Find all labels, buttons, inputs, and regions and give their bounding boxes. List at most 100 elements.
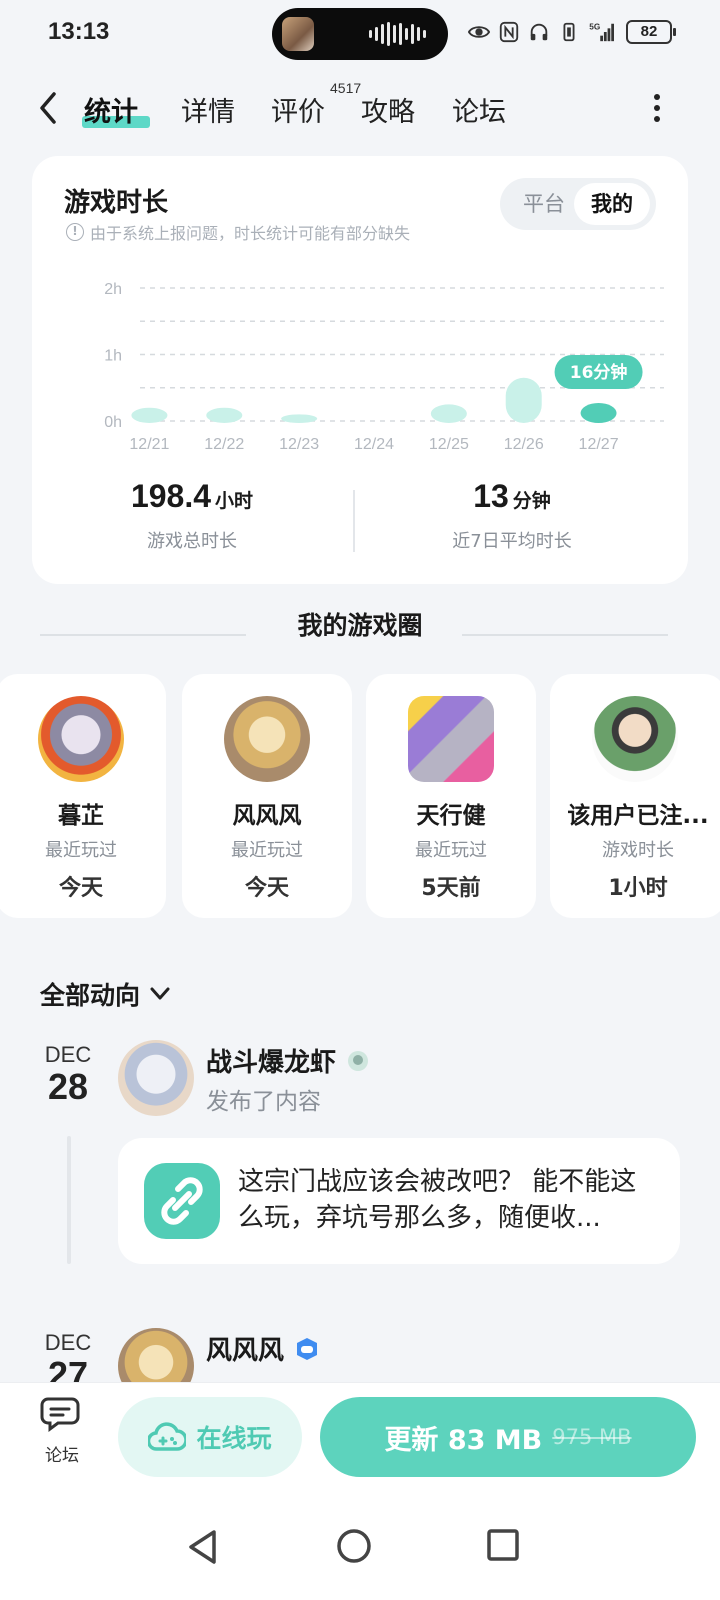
friend-card[interactable]: 暮芷 最近玩过 今天 (0, 674, 166, 918)
audio-wave-icon (369, 22, 426, 46)
x-tick-label: 12/26 (504, 436, 544, 453)
link-icon (144, 1163, 220, 1239)
eye-icon (468, 26, 490, 38)
cloud-game-icon (148, 1422, 187, 1451)
circle-title: 我的游戏圈 (297, 611, 423, 640)
x-tick-label: 12/22 (204, 436, 244, 453)
x-tick-label: 12/23 (279, 436, 319, 453)
date-month: DEC (44, 1330, 92, 1355)
toggle-mine[interactable]: 我的 (574, 183, 650, 225)
activity-filter[interactable]: 全部动向 (40, 976, 170, 1012)
toggle-platform[interactable]: 平台 (506, 183, 582, 225)
battery-indicator: 82 (626, 20, 676, 44)
nav-home-icon[interactable] (336, 1528, 372, 1564)
bar (505, 377, 542, 423)
friend-status: 最近玩过 (231, 840, 303, 861)
system-nav-bar (0, 1494, 720, 1600)
forum-chat-icon (40, 1397, 80, 1432)
chevron-down-icon (150, 987, 170, 1000)
timeline-line (67, 1136, 71, 1264)
svg-text:5G: 5G (589, 22, 600, 31)
card-note-text: 由于系统上报问题，时长统计可能有部分缺失 (90, 224, 411, 243)
activity-date: DEC 28 (40, 1042, 96, 1106)
activity-filter-label: 全部动向 (40, 981, 141, 1010)
section-divider-right (462, 634, 668, 636)
date-day: 28 (47, 1066, 89, 1107)
friend-last-played: 1小时 (608, 876, 668, 901)
platform-toggle: 平台 我的 (500, 178, 656, 230)
tab-forum[interactable]: 论坛 (452, 90, 506, 129)
card-note: ! 由于系统上报问题，时长统计可能有部分缺失 (66, 220, 410, 244)
tab-reviews[interactable]: 评价 (271, 90, 325, 129)
tab-guides[interactable]: 攻略 (361, 90, 415, 129)
activity-user-name: 战斗爆龙虾 (206, 1048, 337, 1078)
avg-playtime: 13 分钟 近7日平均时长 (352, 478, 672, 553)
nav-back-icon[interactable] (186, 1528, 220, 1566)
avatar (224, 696, 310, 782)
total-value: 198.4 (130, 478, 212, 514)
friend-name: 天行健 (416, 803, 486, 829)
status-bar: 13:13 5G 82 (0, 0, 720, 70)
tab-stats[interactable]: 统计 (84, 90, 138, 129)
update-old-size: 975 MB (552, 1425, 632, 1449)
x-tick-label: 12/27 (579, 436, 619, 453)
post-card[interactable]: 这宗门战应该会被改吧？ 能不能这么玩，弃坑号那么多，随便收... (118, 1138, 680, 1264)
media-thumbnail (282, 17, 314, 51)
bar (206, 407, 243, 423)
highlight-label: 16分钟 (570, 362, 628, 383)
friend-card[interactable]: 风风风 最近玩过 今天 (182, 674, 352, 918)
activity-user-name: 风风风 (206, 1336, 285, 1366)
friend-last-played: 今天 (244, 876, 289, 901)
bar (430, 404, 467, 423)
status-icons: 5G 82 (468, 20, 676, 44)
update-label: 更新 83 MB (384, 1424, 543, 1456)
friends-row: 暮芷 最近玩过 今天 风风风 最近玩过 今天 天行健 最近玩过 5天前 该用户已… (0, 674, 720, 920)
friend-card[interactable]: 天行健 最近玩过 5天前 (366, 674, 536, 918)
forum-label: 论坛 (45, 1446, 79, 1466)
post-text: 这宗门战应该会被改吧？ 能不能这么玩，弃坑号那么多，随便收... (238, 1167, 637, 1233)
friend-status: 游戏时长 (602, 840, 674, 861)
back-arrow-icon[interactable] (34, 90, 64, 126)
x-tick-label: 12/21 (129, 436, 169, 453)
friend-last-played: 今天 (58, 876, 103, 901)
nav-recents-icon[interactable] (486, 1528, 520, 1562)
total-unit: 小时 (215, 490, 254, 512)
friend-card[interactable]: 该用户已注... 游戏时长 1小时 (550, 674, 720, 918)
avatar (592, 696, 678, 782)
forum-button[interactable]: 论坛 (36, 1393, 88, 1466)
review-count-badge: 4517 (330, 80, 362, 96)
avatar (38, 696, 124, 782)
bottom-action-bar: 论坛 在线玩 更新 83 MB 975 MB (0, 1382, 720, 1494)
activity-user[interactable]: 战斗爆龙虾 (206, 1042, 370, 1079)
activity-action: 发布了内容 (206, 1089, 321, 1115)
user-badge-icon (348, 1050, 369, 1071)
x-tick-label: 12/24 (354, 436, 394, 453)
update-button[interactable]: 更新 83 MB 975 MB (320, 1397, 696, 1477)
avatar[interactable] (118, 1040, 194, 1116)
bar (281, 414, 318, 423)
friend-name: 风风风 (232, 803, 302, 829)
friend-last-played: 5天前 (421, 876, 481, 901)
friend-name: 暮芷 (58, 803, 104, 829)
playtime-chart: 2h 1h 0h 12/21 12/22 12/23 12/24 12/25 12/26 12/2… (104, 281, 664, 453)
y-tick-label: 0h (104, 414, 122, 431)
play-online-button[interactable]: 在线玩 (118, 1397, 302, 1477)
activity-user[interactable]: 风风风 (206, 1330, 320, 1367)
avatar (408, 696, 494, 782)
info-icon: ! (66, 223, 84, 241)
more-menu-icon[interactable] (654, 94, 662, 122)
avg-value: 13 (473, 478, 509, 514)
status-time: 13:13 (48, 18, 110, 45)
friend-status: 最近玩过 (45, 840, 117, 861)
total-label: 游戏总时长 (147, 531, 237, 552)
tab-details[interactable]: 详情 (181, 90, 235, 129)
playtime-card: 游戏时长 ! 由于系统上报问题，时长统计可能有部分缺失 平台 我的 2h 1h 0h… (32, 156, 688, 584)
card-title: 游戏时长 (64, 188, 169, 218)
headphones-icon (530, 23, 548, 41)
date-month: DEC (44, 1042, 92, 1067)
avg-label: 近7日平均时长 (452, 531, 572, 552)
nfc-icon (499, 21, 519, 43)
gamepad-badge-icon (297, 1337, 318, 1360)
total-playtime: 198.4 小时 游戏总时长 (32, 478, 352, 553)
media-island[interactable] (272, 8, 448, 60)
